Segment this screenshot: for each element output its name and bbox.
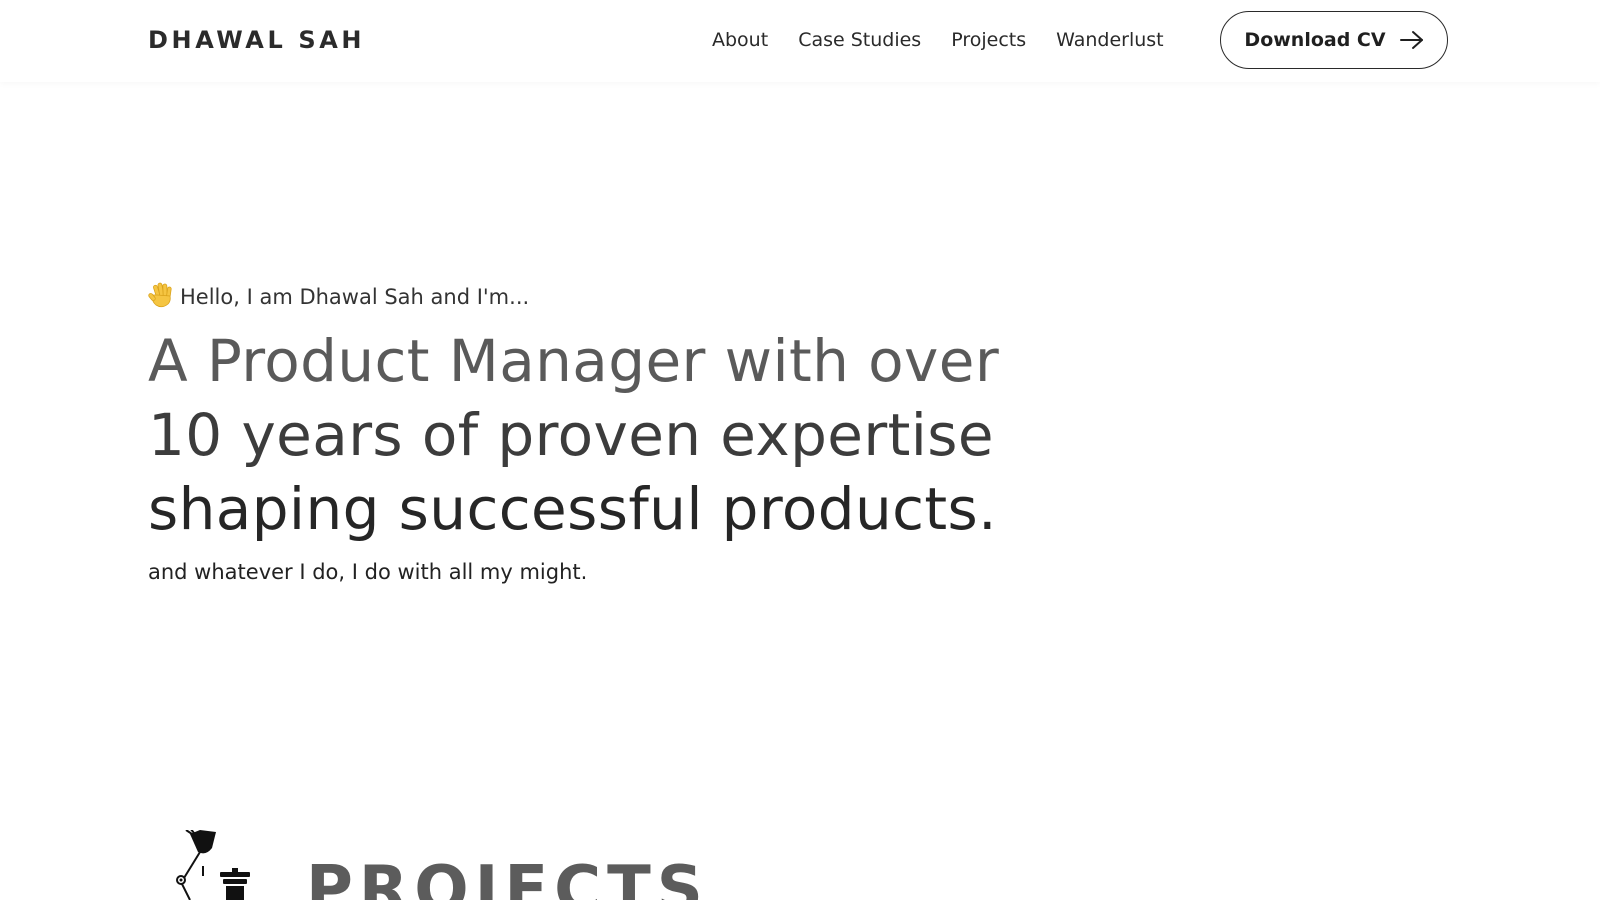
hero-section: Hello, I am Dhawal Sah and I'm... A Prod…	[148, 280, 1048, 584]
main-nav: About Case Studies Projects Wanderlust	[712, 29, 1164, 51]
arrow-right-icon	[1399, 30, 1424, 50]
site-header: DHAWAL SAH About Case Studies Projects W…	[0, 0, 1600, 82]
hero-headline: A Product Manager with over 10 years of …	[148, 324, 1048, 546]
nav-item-projects[interactable]: Projects	[951, 29, 1026, 51]
download-cv-button[interactable]: Download CV	[1220, 11, 1448, 69]
desk-lamp-icon	[176, 830, 266, 900]
download-cv-label: Download CV	[1244, 29, 1386, 51]
hero-subline: and whatever I do, I do with all my migh…	[148, 560, 588, 584]
headline-line-3: shaping successful products.	[148, 475, 997, 543]
nav-item-wanderlust[interactable]: Wanderlust	[1056, 29, 1164, 51]
headline-line-1: A Product Manager with over	[148, 327, 1000, 395]
nav-item-about[interactable]: About	[712, 29, 768, 51]
projects-section: PROJECTS	[176, 830, 776, 900]
waving-hand-icon	[148, 281, 174, 314]
site-logo[interactable]: DHAWAL SAH	[148, 26, 365, 54]
nav-item-case-studies[interactable]: Case Studies	[798, 29, 921, 51]
projects-title: PROJECTS	[306, 853, 709, 900]
headline-line-2: 10 years of proven expertise	[148, 401, 994, 469]
hero-greeting: Hello, I am Dhawal Sah and I'm...	[148, 280, 1048, 314]
greeting-text: Hello, I am Dhawal Sah and I'm...	[180, 285, 530, 309]
